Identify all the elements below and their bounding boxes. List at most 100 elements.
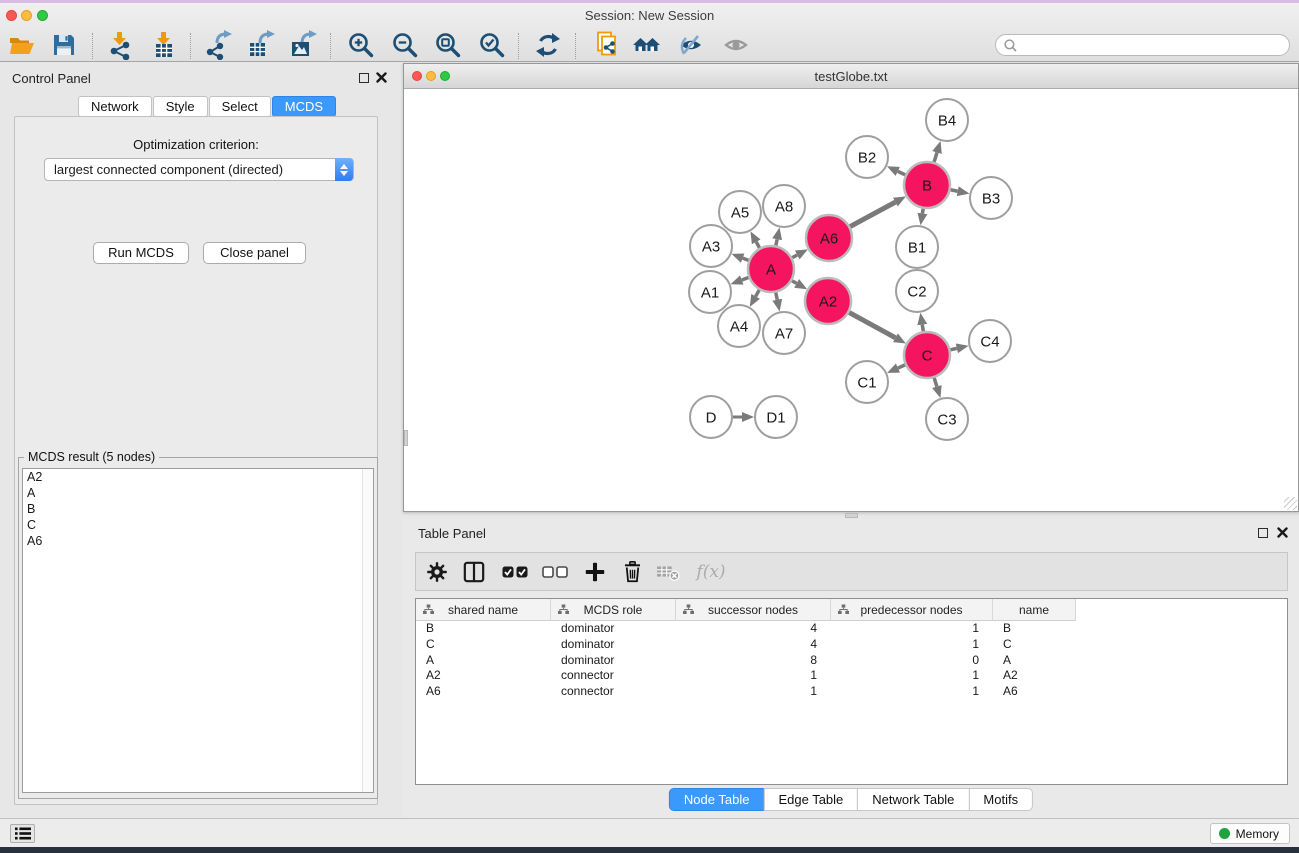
tab-node-table[interactable]: Node Table: [669, 788, 765, 811]
graph-node-D1[interactable]: D1: [755, 396, 797, 438]
close-panel-icon[interactable]: [376, 72, 387, 83]
graph-edge-C-C3[interactable]: [934, 378, 937, 387]
network-graph-canvas[interactable]: AA1A2A3A4A5A6A7A8BB1B2B3B4CC1C2C3C4DD1: [404, 89, 1298, 511]
import-network-icon[interactable]: [105, 30, 135, 60]
open-file-icon[interactable]: [7, 30, 37, 60]
network-from-selection-icon[interactable]: [593, 30, 623, 60]
hide-panels-icon[interactable]: [677, 30, 707, 60]
table-row[interactable]: Bdominator41B: [416, 621, 1287, 637]
resize-grip-icon[interactable]: [1284, 497, 1297, 510]
graph-edge-A-A2[interactable]: [792, 281, 797, 284]
mcds-result-item[interactable]: A: [23, 485, 373, 501]
split-panel-icon[interactable]: [461, 559, 487, 585]
table-cell[interactable]: 4: [676, 637, 831, 653]
window-edge-handle[interactable]: [404, 430, 408, 446]
show-panels-icon[interactable]: [722, 30, 752, 60]
table-row[interactable]: Adominator80A: [416, 653, 1287, 669]
table-cell[interactable]: connector: [551, 684, 676, 700]
mcds-result-list[interactable]: A2ABCA6: [22, 468, 374, 793]
table-cell[interactable]: C: [416, 637, 551, 653]
graph-node-A8[interactable]: A8: [763, 185, 805, 227]
table-row[interactable]: A2connector11A2: [416, 668, 1287, 684]
graph-node-A6[interactable]: A6: [806, 215, 852, 261]
column-header-successor-nodes[interactable]: successor nodes: [676, 599, 831, 621]
mcds-result-item[interactable]: C: [23, 517, 373, 533]
graph-node-B1[interactable]: B1: [896, 226, 938, 268]
float-table-panel-icon[interactable]: [1258, 528, 1268, 538]
table-row[interactable]: A6connector11A6: [416, 684, 1287, 700]
close-panel-button[interactable]: Close panel: [203, 242, 306, 264]
import-table-icon[interactable]: [149, 30, 179, 60]
tab-network-table[interactable]: Network Table: [857, 788, 969, 811]
node-table[interactable]: shared nameMCDS rolesuccessor nodesprede…: [415, 598, 1288, 785]
graph-edge-C-C2[interactable]: [922, 325, 923, 332]
graph-edge-A-A4[interactable]: [756, 290, 760, 296]
zoom-selected-icon[interactable]: [477, 30, 507, 60]
save-session-icon[interactable]: [49, 30, 79, 60]
table-cell[interactable]: A2: [993, 668, 1076, 684]
tab-edge-table[interactable]: Edge Table: [763, 788, 858, 811]
search-field[interactable]: [995, 34, 1290, 56]
tab-style[interactable]: Style: [153, 96, 208, 117]
deselect-all-columns-icon[interactable]: [540, 559, 572, 585]
settings-gear-icon[interactable]: [424, 559, 450, 585]
graph-node-B4[interactable]: B4: [926, 99, 968, 141]
destroy-table-icon[interactable]: [655, 559, 681, 585]
mcds-result-item[interactable]: A2: [23, 469, 373, 485]
tab-motifs[interactable]: Motifs: [968, 788, 1033, 811]
table-cell[interactable]: C: [993, 637, 1076, 653]
graph-node-A2[interactable]: A2: [805, 278, 851, 324]
graph-node-C2[interactable]: C2: [896, 270, 938, 312]
table-cell[interactable]: 0: [831, 653, 993, 669]
run-mcds-button[interactable]: Run MCDS: [93, 242, 189, 264]
graph-edge-A2-C[interactable]: [849, 312, 895, 337]
scrollbar-track[interactable]: [362, 469, 373, 792]
column-header-name[interactable]: name: [993, 599, 1076, 621]
table-cell[interactable]: B: [416, 621, 551, 637]
table-cell[interactable]: 8: [676, 653, 831, 669]
criterion-dropdown[interactable]: largest connected component (directed): [44, 158, 354, 181]
export-image-icon[interactable]: [288, 30, 318, 60]
graph-edge-B-B4[interactable]: [934, 152, 937, 162]
graph-edge-A-A3[interactable]: [743, 258, 749, 260]
select-all-columns-icon[interactable]: [500, 559, 532, 585]
table-cell[interactable]: dominator: [551, 637, 676, 653]
graph-node-B2[interactable]: B2: [846, 136, 888, 178]
graph-node-A3[interactable]: A3: [690, 225, 732, 267]
table-cell[interactable]: A6: [993, 684, 1076, 700]
column-header-MCDS-role[interactable]: MCDS role: [551, 599, 676, 621]
table-cell[interactable]: 1: [676, 684, 831, 700]
split-divider-handle[interactable]: [845, 513, 858, 518]
zoom-in-icon[interactable]: [346, 30, 376, 60]
column-header-predecessor-nodes[interactable]: predecessor nodes: [831, 599, 993, 621]
graph-edge-A6-B[interactable]: [850, 202, 895, 226]
table-cell[interactable]: 1: [676, 668, 831, 684]
search-input[interactable]: [1022, 38, 1282, 52]
table-cell[interactable]: A: [993, 653, 1076, 669]
graph-edge-A-A6[interactable]: [792, 255, 797, 258]
table-cell[interactable]: B: [993, 621, 1076, 637]
memory-button[interactable]: Memory: [1210, 823, 1290, 844]
graph-node-C3[interactable]: C3: [926, 398, 968, 440]
mcds-result-item[interactable]: B: [23, 501, 373, 517]
graph-node-A[interactable]: A: [748, 246, 794, 292]
graph-edge-C-C4[interactable]: [950, 348, 956, 349]
table-cell[interactable]: A6: [416, 684, 551, 700]
table-cell[interactable]: 1: [831, 637, 993, 653]
apply-layout-icon[interactable]: [533, 30, 563, 60]
graph-node-D[interactable]: D: [690, 396, 732, 438]
export-network-icon[interactable]: [203, 30, 233, 60]
mcds-result-item[interactable]: A6: [23, 533, 373, 549]
table-cell[interactable]: connector: [551, 668, 676, 684]
function-builder-icon[interactable]: f(x): [691, 559, 731, 585]
table-cell[interactable]: 4: [676, 621, 831, 637]
export-table-icon[interactable]: [246, 30, 276, 60]
graph-node-B[interactable]: B: [904, 162, 950, 208]
add-column-icon[interactable]: [582, 559, 608, 585]
table-cell[interactable]: dominator: [551, 621, 676, 637]
session-home-icon[interactable]: [632, 30, 662, 60]
graph-edge-A-A7[interactable]: [776, 293, 777, 300]
graph-node-C[interactable]: C: [904, 332, 950, 378]
graph-node-A7[interactable]: A7: [763, 312, 805, 354]
tab-select[interactable]: Select: [209, 96, 271, 117]
